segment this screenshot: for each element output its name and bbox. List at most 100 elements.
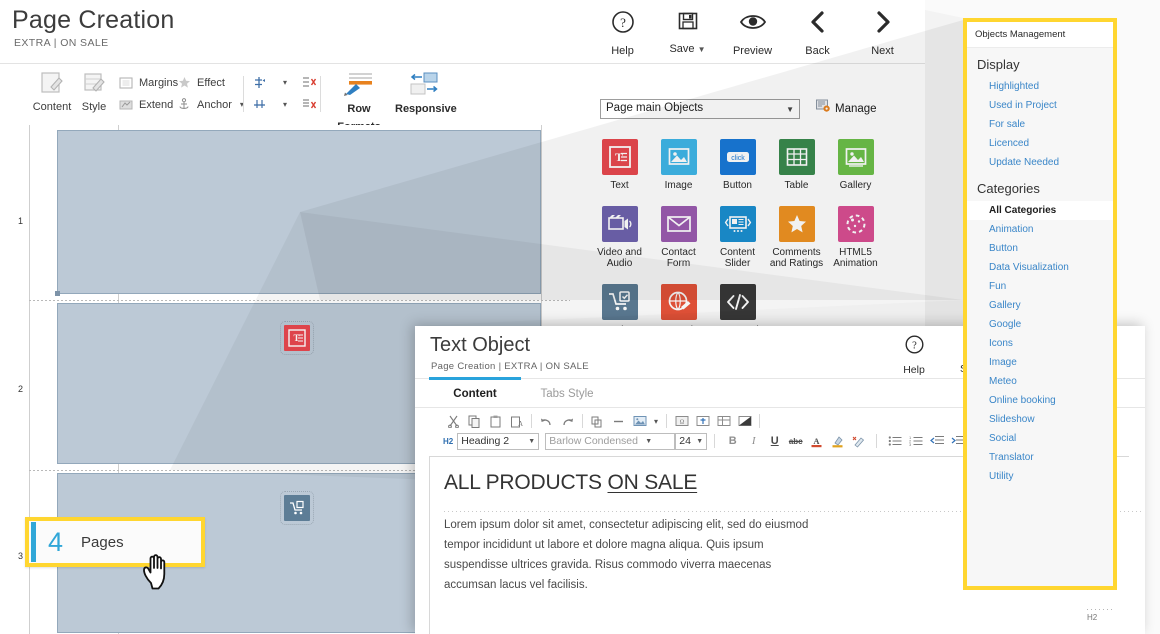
object-tile-table[interactable]: Table <box>767 139 826 192</box>
redo-icon[interactable] <box>559 413 576 430</box>
object-group-dropdown[interactable]: Page main Objects ▼ <box>600 99 800 119</box>
bold-button[interactable]: B <box>724 433 741 450</box>
ribbon-anchor-button[interactable]: Anchor ▾ <box>176 95 244 114</box>
column-distribute-icon <box>252 98 268 112</box>
chevron-down-icon: ▼ <box>786 105 794 114</box>
resize-handle[interactable] <box>55 291 60 296</box>
highlight-color-button[interactable] <box>829 433 846 450</box>
manage-objects-button[interactable]: Manage <box>816 99 877 118</box>
ribbon-responsive-button[interactable]: Responsive <box>395 69 453 117</box>
insert-image-icon[interactable] <box>631 413 648 430</box>
preview-button[interactable]: Preview <box>720 5 785 57</box>
ribbon-style-button[interactable]: Style <box>70 69 118 115</box>
video-audio-icon <box>602 206 638 242</box>
object-tile-content-slider[interactable]: Content Slider <box>708 206 767 270</box>
object-tile-image[interactable]: Image <box>649 139 708 192</box>
font-size-dropdown[interactable]: 24 ▼ <box>675 433 707 450</box>
category-item-animation[interactable]: Animation <box>967 220 1113 239</box>
dynamic-content-icon <box>661 284 697 320</box>
strikethrough-button[interactable]: abc <box>787 433 804 450</box>
extend-icon <box>118 98 134 112</box>
manage-objects-label: Manage <box>835 103 877 115</box>
tab-tabs-style[interactable]: Tabs Style <box>521 380 613 407</box>
ribbon-effect-button[interactable]: Effect <box>176 73 244 92</box>
object-tile-html5-animation[interactable]: HTML5 Animation <box>826 206 885 270</box>
numbered-list-button[interactable]: 123 <box>907 433 924 450</box>
cut-icon[interactable] <box>445 413 462 430</box>
category-item-online-booking[interactable]: Online booking <box>967 391 1113 410</box>
display-item-highlighted[interactable]: Highlighted <box>967 77 1113 96</box>
delete-column-icon[interactable] <box>301 98 317 112</box>
paste-icon[interactable] <box>487 413 504 430</box>
object-tile-button[interactable]: click Button <box>708 139 767 192</box>
chevron-down-icon[interactable]: ▾ <box>654 417 658 426</box>
svg-text:Ω: Ω <box>679 420 684 426</box>
category-item-data-visualization[interactable]: Data Visualization <box>967 258 1113 277</box>
ribbon-row-align-button[interactable]: ▾ <box>252 73 322 92</box>
category-item-social[interactable]: Social <box>967 429 1113 448</box>
object-tile-contact-form[interactable]: Contact Form <box>649 206 708 270</box>
dialog-help-button[interactable]: ? Help <box>885 330 943 376</box>
canvas-chip-product-catalog[interactable] <box>284 495 310 521</box>
category-item-utility[interactable]: Utility <box>967 467 1113 486</box>
next-button[interactable]: Next <box>850 5 915 57</box>
font-family-dropdown[interactable]: Barlow Condensed ▼ <box>545 433 675 450</box>
link-icon[interactable] <box>589 413 606 430</box>
ribbon-extend-button[interactable]: Extend <box>118 95 178 114</box>
category-item-slideshow[interactable]: Slideshow <box>967 410 1113 429</box>
category-item-gallery[interactable]: Gallery <box>967 296 1113 315</box>
category-item-translator[interactable]: Translator <box>967 448 1113 467</box>
category-item-all-categories[interactable]: All Categories <box>967 201 1113 220</box>
object-tile-video-and-audio[interactable]: Video and Audio <box>590 206 649 270</box>
editor-body-text[interactable]: Lorem ipsum dolor sit amet, consectetur … <box>444 515 824 595</box>
object-tile-text[interactable]: T Text <box>590 139 649 192</box>
category-item-google[interactable]: Google <box>967 315 1113 334</box>
ribbon-margins-button[interactable]: Margins <box>118 73 178 92</box>
canvas-row-1[interactable] <box>57 130 541 294</box>
save-button[interactable]: Save ▼ <box>655 5 720 57</box>
display-item-used-in-project[interactable]: Used in Project <box>967 96 1113 115</box>
help-button[interactable]: ? Help <box>590 5 655 57</box>
dialog-breadcrumb: Page Creation | EXTRA | ON SALE <box>431 361 589 372</box>
object-tile-label: Content Slider <box>708 247 767 270</box>
undo-icon[interactable] <box>538 413 555 430</box>
chevron-down-icon[interactable]: ▾ <box>283 100 287 109</box>
category-item-meteo[interactable]: Meteo <box>967 372 1113 391</box>
tab-content[interactable]: Content <box>429 377 521 407</box>
callout-accent-bar <box>31 522 36 562</box>
categories-heading: Categories <box>967 172 1113 201</box>
category-item-image[interactable]: Image <box>967 353 1113 372</box>
remove-format-button[interactable] <box>850 433 867 450</box>
paste-as-text-icon[interactable]: A <box>508 413 525 430</box>
ribbon-col-align-button[interactable]: ▾ <box>252 95 322 114</box>
decrease-indent-button[interactable] <box>928 433 945 450</box>
insert-table-icon[interactable] <box>715 413 732 430</box>
insert-special-char-icon[interactable]: Ω <box>673 413 690 430</box>
display-item-update-needed[interactable]: Update Needed <box>967 153 1113 172</box>
category-item-fun[interactable]: Fun <box>967 277 1113 296</box>
svg-text:3: 3 <box>909 442 912 447</box>
bullet-list-button[interactable] <box>886 433 903 450</box>
ribbon-content-button[interactable]: Content <box>28 69 76 115</box>
copy-icon[interactable] <box>466 413 483 430</box>
canvas-chip-text-object[interactable]: T <box>284 325 310 351</box>
unlink-icon[interactable] <box>610 413 627 430</box>
content-slider-icon <box>720 206 756 242</box>
display-item-licenced[interactable]: Licenced <box>967 134 1113 153</box>
chevron-down-icon[interactable]: ▾ <box>283 78 287 87</box>
display-item-for-sale[interactable]: For sale <box>967 115 1113 134</box>
delete-row-icon[interactable] <box>301 76 317 90</box>
category-item-button[interactable]: Button <box>967 239 1113 258</box>
category-item-icons[interactable]: Icons <box>967 334 1113 353</box>
back-button[interactable]: Back <box>785 5 850 57</box>
insert-anchor-icon[interactable] <box>694 413 711 430</box>
source-view-icon[interactable] <box>736 413 753 430</box>
underline-button[interactable]: U <box>766 433 783 450</box>
object-tile-label: Video and Audio <box>590 247 649 270</box>
object-tile-comments-and-ratings[interactable]: Comments and Ratings <box>767 206 826 270</box>
italic-button[interactable]: I <box>745 433 762 450</box>
pages-step-callout[interactable]: 4 Pages <box>25 517 205 567</box>
paragraph-style-dropdown[interactable]: Heading 2 ▼ <box>457 433 539 450</box>
object-tile-gallery[interactable]: Gallery <box>826 139 885 192</box>
text-color-button[interactable]: A <box>808 433 825 450</box>
